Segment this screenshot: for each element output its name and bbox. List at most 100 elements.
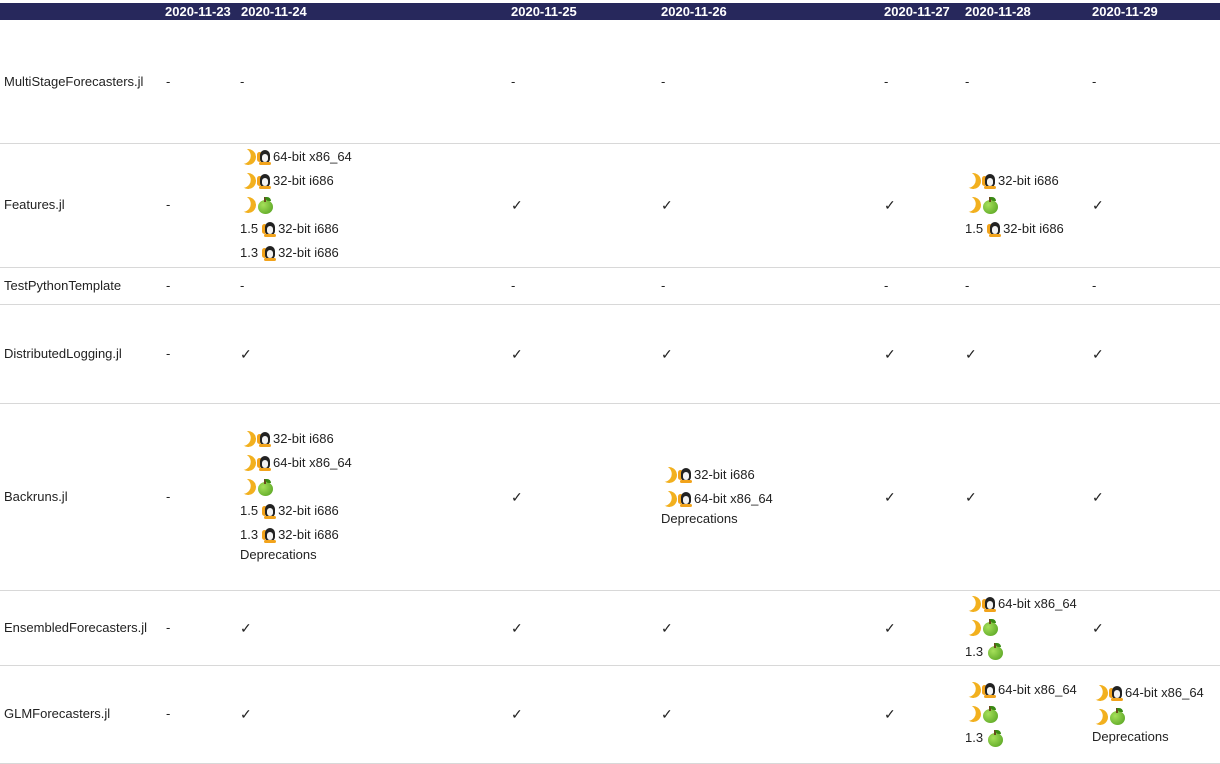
arch-label: 32-bit i686	[278, 527, 339, 542]
status-cell: -	[511, 20, 515, 143]
package-name[interactable]: EnsembledForecasters.jl	[4, 590, 147, 665]
failure-entry[interactable]: 1.3 32-bit i686	[240, 241, 352, 265]
deprecations-note[interactable]: Deprecations	[240, 547, 352, 566]
no-result: -	[1092, 277, 1097, 293]
failure-entry[interactable]: 1.5 32-bit i686	[240, 217, 352, 241]
date-header-2020-11-23: 2020-11-23	[165, 4, 231, 19]
linux-penguin-icon	[982, 682, 997, 698]
package-name[interactable]: DistributedLogging.jl	[4, 304, 122, 403]
failure-entry[interactable]	[965, 702, 1077, 726]
status-cell: 64-bit x86_64 32-bit i686 1.5 32-bit i686 1.…	[240, 143, 352, 267]
package-name-label[interactable]: MultiStageForecasters.jl	[4, 70, 143, 94]
failure-entry[interactable]: 1.5 32-bit i686	[965, 217, 1064, 241]
status-cell: -	[511, 267, 515, 304]
no-result: -	[965, 277, 970, 293]
pass-check: ✓	[511, 345, 523, 362]
status-cell: ✓	[511, 403, 523, 590]
crescent-moon-icon	[239, 430, 258, 449]
pass-check: ✓	[240, 619, 252, 636]
crescent-moon-icon	[964, 618, 983, 637]
crescent-moon-icon	[239, 172, 258, 191]
failure-entry[interactable]	[965, 193, 1064, 217]
package-name-label[interactable]: Features.jl	[4, 193, 65, 217]
package-name[interactable]: TestPythonTemplate	[4, 267, 121, 304]
deprecations-note[interactable]: Deprecations	[661, 511, 773, 530]
linux-penguin-icon	[257, 149, 272, 165]
crescent-moon-icon	[964, 705, 983, 724]
linux-penguin-icon	[678, 491, 693, 507]
failure-entry[interactable]: 1.3	[965, 726, 1077, 750]
no-result: -	[240, 277, 245, 293]
failure-entry[interactable]	[965, 616, 1077, 640]
no-result: -	[511, 277, 516, 293]
linux-penguin-icon	[982, 173, 997, 189]
failure-entry[interactable]: 1.5 32-bit i686	[240, 499, 352, 523]
status-cell: -	[884, 20, 888, 143]
green-apple-icon	[982, 619, 999, 636]
crescent-moon-icon	[964, 681, 983, 700]
status-cell: ✓	[661, 143, 673, 267]
status-cell: -	[166, 143, 170, 267]
status-cell: ✓	[511, 304, 523, 403]
deprecations-note[interactable]: Deprecations	[1092, 729, 1204, 748]
failure-entry[interactable]: 32-bit i686	[661, 463, 773, 487]
linux-penguin-icon	[257, 431, 272, 447]
package-name-label[interactable]: TestPythonTemplate	[4, 274, 121, 298]
date-header-2020-11-29: 2020-11-29	[1092, 4, 1158, 19]
crescent-moon-icon	[964, 172, 983, 191]
linux-penguin-icon	[262, 503, 277, 519]
status-cell: -	[884, 267, 888, 304]
status-cell: ✓	[511, 143, 523, 267]
failure-entry[interactable]: 1.3 32-bit i686	[240, 523, 352, 547]
arch-label: 32-bit i686	[278, 245, 339, 260]
no-result: -	[240, 73, 245, 89]
failure-entry[interactable]: 64-bit x86_64	[240, 451, 352, 475]
package-name[interactable]: MultiStageForecasters.jl	[4, 20, 143, 143]
failure-entry[interactable]: 32-bit i686	[965, 169, 1064, 193]
date-header-bar: 2020-11-23 2020-11-24 2020-11-25 2020-11-26…	[0, 3, 1220, 20]
status-cell: ✓	[511, 665, 523, 763]
status-cell: -	[166, 20, 170, 143]
table-row: Backruns.jl - 32-bit i686 64-bit x86_64 1.5 3…	[0, 403, 1220, 591]
package-name[interactable]: Backruns.jl	[4, 403, 68, 590]
pass-check: ✓	[965, 488, 977, 505]
failure-entry[interactable]	[1092, 705, 1204, 729]
green-apple-icon	[257, 478, 274, 496]
green-apple-icon	[1109, 708, 1126, 725]
failure-entry[interactable]	[240, 193, 352, 217]
failure-entry[interactable]: 64-bit x86_64	[661, 487, 773, 511]
package-name[interactable]: GLMForecasters.jl	[4, 665, 110, 763]
package-name-label[interactable]: GLMForecasters.jl	[4, 702, 110, 726]
status-cell: -	[166, 403, 170, 590]
crescent-moon-icon	[239, 454, 258, 473]
pass-check: ✓	[661, 197, 673, 213]
no-result: -	[166, 73, 171, 89]
status-cell: ✓	[965, 403, 977, 590]
failure-entry[interactable]: 64-bit x86_64	[1092, 681, 1204, 705]
arch-label: 32-bit i686	[694, 467, 755, 482]
status-cell: ✓	[661, 304, 673, 403]
pass-check: ✓	[240, 345, 252, 362]
package-name-label[interactable]: DistributedLogging.jl	[4, 342, 122, 366]
status-cell: ✓	[1092, 590, 1104, 665]
pass-check: ✓	[884, 619, 896, 636]
failure-entry[interactable]	[240, 475, 352, 499]
failure-entry[interactable]: 32-bit i686	[240, 169, 352, 193]
package-name-label[interactable]: Backruns.jl	[4, 485, 68, 509]
pass-check: ✓	[511, 488, 523, 505]
status-cell: ✓	[240, 665, 252, 763]
no-result: -	[511, 73, 516, 89]
no-result: -	[1092, 73, 1097, 89]
package-name-label[interactable]: EnsembledForecasters.jl	[4, 616, 147, 640]
failure-entry[interactable]: 64-bit x86_64	[965, 592, 1077, 616]
failure-entry[interactable]: 32-bit i686	[240, 427, 352, 451]
no-result: -	[661, 277, 666, 293]
failure-entry[interactable]: 64-bit x86_64	[240, 145, 352, 169]
julia-version: 1.5	[240, 503, 259, 518]
failure-entry[interactable]: 64-bit x86_64	[965, 678, 1077, 702]
package-name[interactable]: Features.jl	[4, 143, 65, 267]
table-row: Features.jl -64-bit x86_64 32-bit i686 1.5 3…	[0, 143, 1220, 268]
no-result: -	[965, 73, 970, 89]
green-apple-icon	[987, 643, 1004, 660]
failure-entry[interactable]: 1.3	[965, 640, 1077, 664]
